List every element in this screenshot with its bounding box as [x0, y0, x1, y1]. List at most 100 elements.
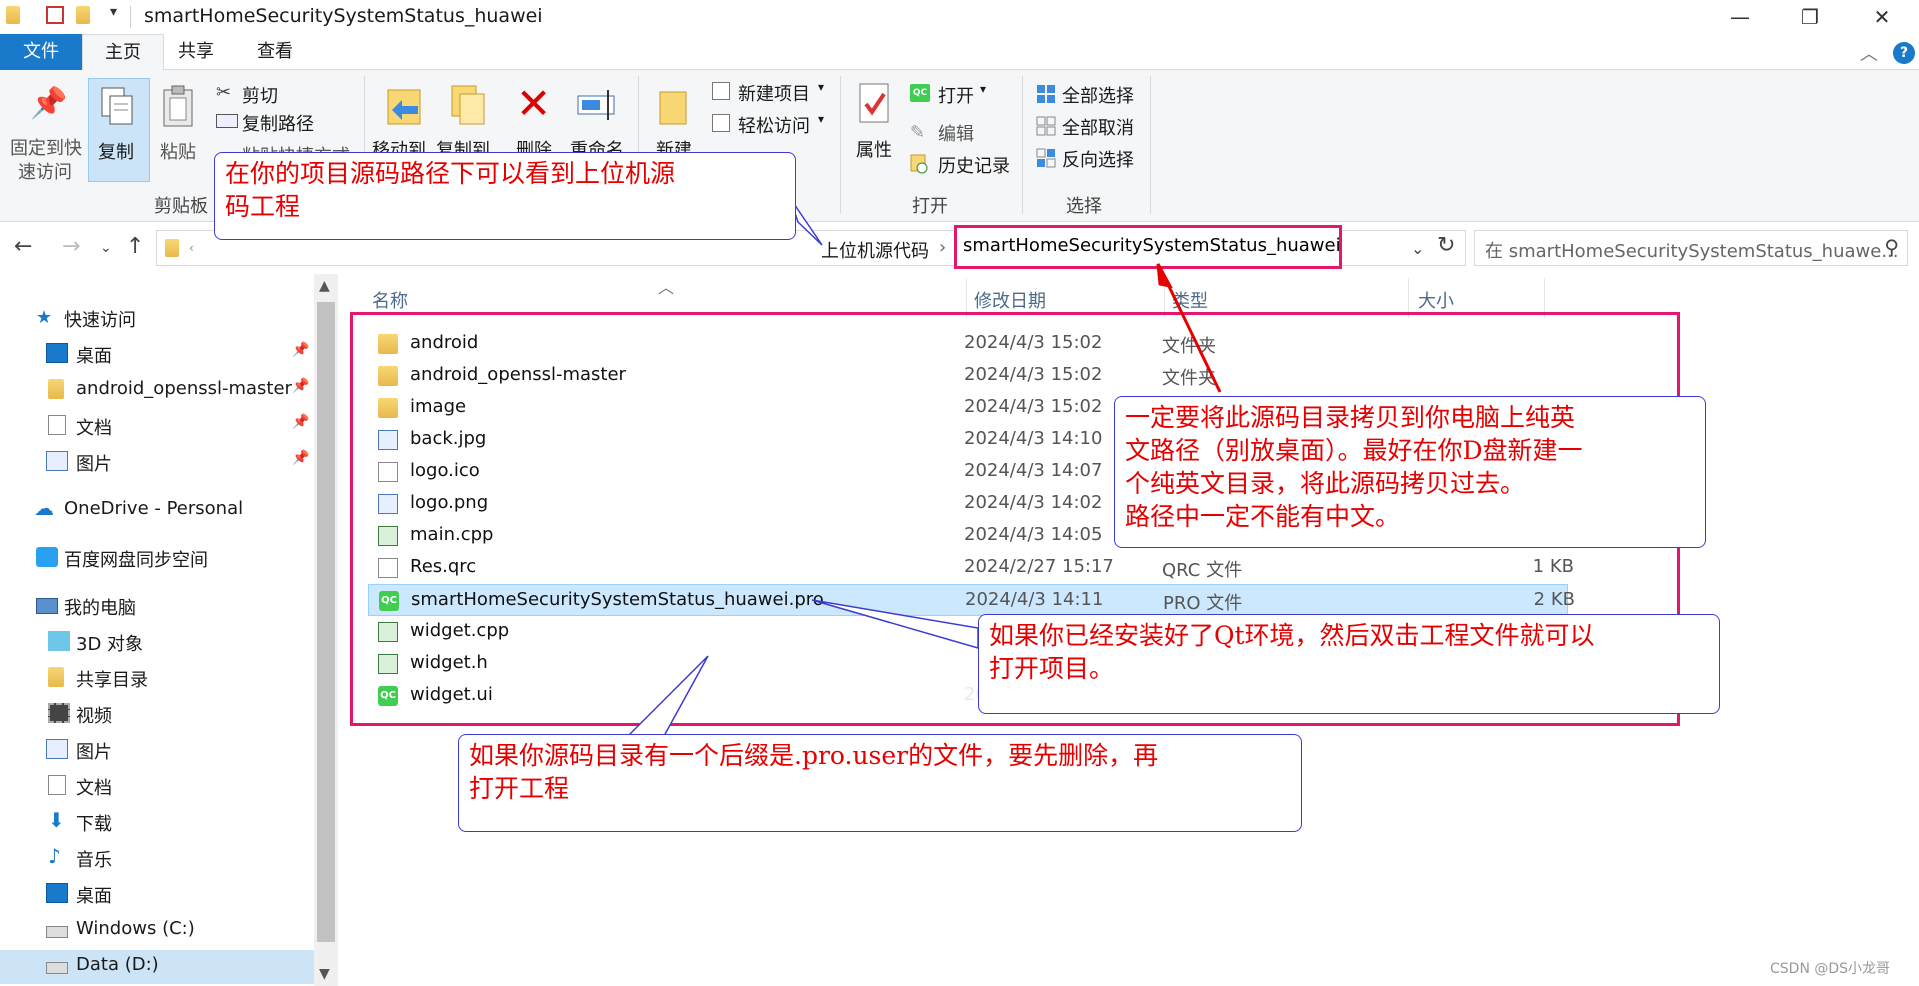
- new-folder-icon: [658, 84, 690, 128]
- invert-selection-button[interactable]: 反向选择: [1062, 146, 1134, 172]
- music-note-icon: ♪: [48, 844, 61, 868]
- scrollbar-thumb[interactable]: [317, 302, 335, 942]
- open-button[interactable]: 打开: [938, 82, 974, 108]
- scroll-down-icon[interactable]: ▼: [319, 966, 330, 982]
- scroll-up-icon[interactable]: ▲: [319, 278, 330, 294]
- easy-access-button[interactable]: 轻松访问: [738, 112, 810, 138]
- edit-button[interactable]: 编辑: [938, 120, 974, 146]
- clipboard-group-label: 剪贴板: [154, 196, 208, 217]
- sidebar-item-label: 3D 对象: [76, 634, 144, 655]
- new-folder-quick-icon[interactable]: [76, 6, 96, 26]
- sidebar-item-android-openssl[interactable]: android_openssl-master 📌: [0, 374, 314, 408]
- forward-arrow-icon[interactable]: →: [62, 234, 80, 259]
- desktop-icon: [46, 883, 68, 903]
- recent-locations-icon[interactable]: ⌄: [100, 240, 112, 256]
- callout-text: 文路径（别放桌面）。最好在你D盘新建一: [1125, 436, 1583, 465]
- video-icon: [48, 703, 70, 723]
- sidebar-item-music[interactable]: ♪ 音乐: [0, 842, 314, 876]
- scissors-icon: ✂: [216, 82, 232, 103]
- properties-quick-icon[interactable]: [46, 6, 66, 26]
- cut-button[interactable]: 剪切: [242, 82, 278, 108]
- properties-button[interactable]: 属性: [856, 136, 892, 162]
- sidebar-item-pictures-pc[interactable]: 图片: [0, 734, 314, 768]
- sidebar-item-documents-pc[interactable]: 文档: [0, 770, 314, 804]
- restore-button[interactable]: ❐: [1780, 0, 1840, 34]
- callout-text: 码工程: [225, 192, 301, 221]
- up-arrow-icon[interactable]: ↑: [126, 234, 144, 259]
- search-input[interactable]: 在 smartHomeSecuritySystemStatus_huawe...…: [1474, 230, 1908, 266]
- sidebar-item-label: OneDrive - Personal: [64, 498, 244, 519]
- divider: [840, 76, 841, 214]
- sidebar-item-label: 快速访问: [64, 310, 136, 331]
- sidebar-item-label: 百度网盘同步空间: [64, 550, 208, 571]
- search-icon[interactable]: ⚲: [1884, 235, 1899, 259]
- tab-home[interactable]: 主页: [82, 34, 164, 71]
- star-icon: ★: [36, 307, 53, 328]
- new-item-button[interactable]: 新建项目: [738, 80, 810, 106]
- breadcrumb-current[interactable]: smartHomeSecuritySystemStatus_huawei: [954, 225, 1342, 269]
- pin-quick-access-label-2[interactable]: 速访问: [18, 158, 72, 184]
- easy-access-icon: [712, 114, 730, 132]
- sidebar-item-drive-d[interactable]: Data (D:): [0, 950, 314, 984]
- minimize-button[interactable]: —: [1710, 0, 1770, 34]
- tab-file[interactable]: 文件: [0, 34, 82, 70]
- back-arrow-icon[interactable]: ←: [14, 234, 32, 259]
- tab-view[interactable]: 查看: [238, 34, 312, 70]
- delete-icon: ✕: [516, 79, 552, 128]
- paste-button[interactable]: 粘贴: [160, 138, 196, 164]
- cube-icon: [48, 631, 70, 651]
- edit-icon: ✎: [910, 122, 926, 143]
- history-button[interactable]: 历史记录: [938, 152, 1010, 178]
- sidebar-item-label: 桌面: [76, 346, 112, 367]
- sidebar-item-label: 桌面: [76, 886, 112, 907]
- address-dropdown-icon[interactable]: ⌄: [1411, 239, 1424, 258]
- sidebar-item-label: 图片: [76, 742, 112, 763]
- sidebar-item-drive-c[interactable]: Windows (C:): [0, 914, 314, 948]
- watermark: CSDN @DS小龙哥: [1770, 961, 1891, 977]
- sidebar-item-pictures[interactable]: 图片 📌: [0, 446, 314, 480]
- sidebar-item-label: 我的电脑: [64, 598, 136, 619]
- history-icon: [910, 154, 928, 174]
- folder-icon: [48, 379, 64, 399]
- sidebar-item-downloads[interactable]: ⬇ 下载: [0, 806, 314, 840]
- tab-share[interactable]: 共享: [164, 34, 228, 70]
- sidebar-item-baidu[interactable]: 百度网盘同步空间: [0, 542, 314, 576]
- sidebar-item-label: Windows (C:): [76, 918, 195, 939]
- select-all-button[interactable]: 全部选择: [1062, 82, 1134, 108]
- breadcrumb-separator-icon[interactable]: ›: [939, 237, 946, 258]
- select-none-icon: [1036, 116, 1056, 136]
- breadcrumb-parent[interactable]: 上位机源代码: [821, 237, 929, 263]
- sidebar-scrollbar[interactable]: ▲ ▼: [314, 274, 338, 986]
- document-icon: [48, 415, 66, 435]
- sidebar-item-desktop-pc[interactable]: 桌面: [0, 878, 314, 912]
- sidebar-item-3d-objects[interactable]: 3D 对象: [0, 626, 314, 660]
- sidebar-item-onedrive[interactable]: ☁ OneDrive - Personal: [0, 494, 314, 528]
- callout-qt-note: 如果你已经安装好了Qt环境，然后双击工程文件就可以 打开项目。: [978, 614, 1720, 714]
- sidebar-item-quick-access[interactable]: ★ 快速访问: [0, 302, 314, 336]
- properties-icon: [858, 82, 892, 126]
- computer-icon: [36, 598, 58, 614]
- pin-quick-access-label-1[interactable]: 固定到快: [10, 134, 82, 160]
- select-all-icon: [1036, 84, 1056, 104]
- callout-text: 打开项目。: [989, 654, 1115, 683]
- select-none-button[interactable]: 全部取消: [1062, 114, 1134, 140]
- refresh-icon[interactable]: ↻: [1437, 233, 1455, 258]
- copy-path-icon: [216, 114, 238, 128]
- sidebar-item-desktop[interactable]: 桌面 📌: [0, 338, 314, 372]
- sidebar-item-documents[interactable]: 文档 📌: [0, 410, 314, 444]
- close-button[interactable]: ✕: [1852, 0, 1912, 34]
- navigation-pane: ★ 快速访问 桌面 📌 android_openssl-master 📌 文档 …: [0, 274, 338, 986]
- callout-text: 在你的项目源码路径下可以看到上位机源: [225, 159, 676, 188]
- sidebar-item-videos[interactable]: 视频: [0, 698, 314, 732]
- collapse-ribbon-icon[interactable]: ︿: [1860, 40, 1878, 66]
- sidebar-item-label: android_openssl-master: [76, 378, 292, 399]
- sidebar-item-this-pc[interactable]: 我的电脑: [0, 590, 314, 624]
- callout-user-note: 如果你源码目录有一个后缀是.pro.user的文件，要先删除，再 打开工程: [458, 734, 1302, 832]
- crumb-overflow-icon[interactable]: ‹: [189, 241, 194, 255]
- pin-icon: 📌: [292, 450, 310, 466]
- help-icon[interactable]: ?: [1893, 42, 1915, 64]
- callout-copy-note: 一定要将此源码目录拷贝到你电脑上纯英 文路径（别放桌面）。最好在你D盘新建一 个…: [1114, 396, 1706, 548]
- sidebar-item-shared[interactable]: 共享目录: [0, 662, 314, 696]
- copy-path-button[interactable]: 复制路径: [242, 110, 314, 136]
- customize-quick-access-icon[interactable]: ▾: [110, 4, 130, 24]
